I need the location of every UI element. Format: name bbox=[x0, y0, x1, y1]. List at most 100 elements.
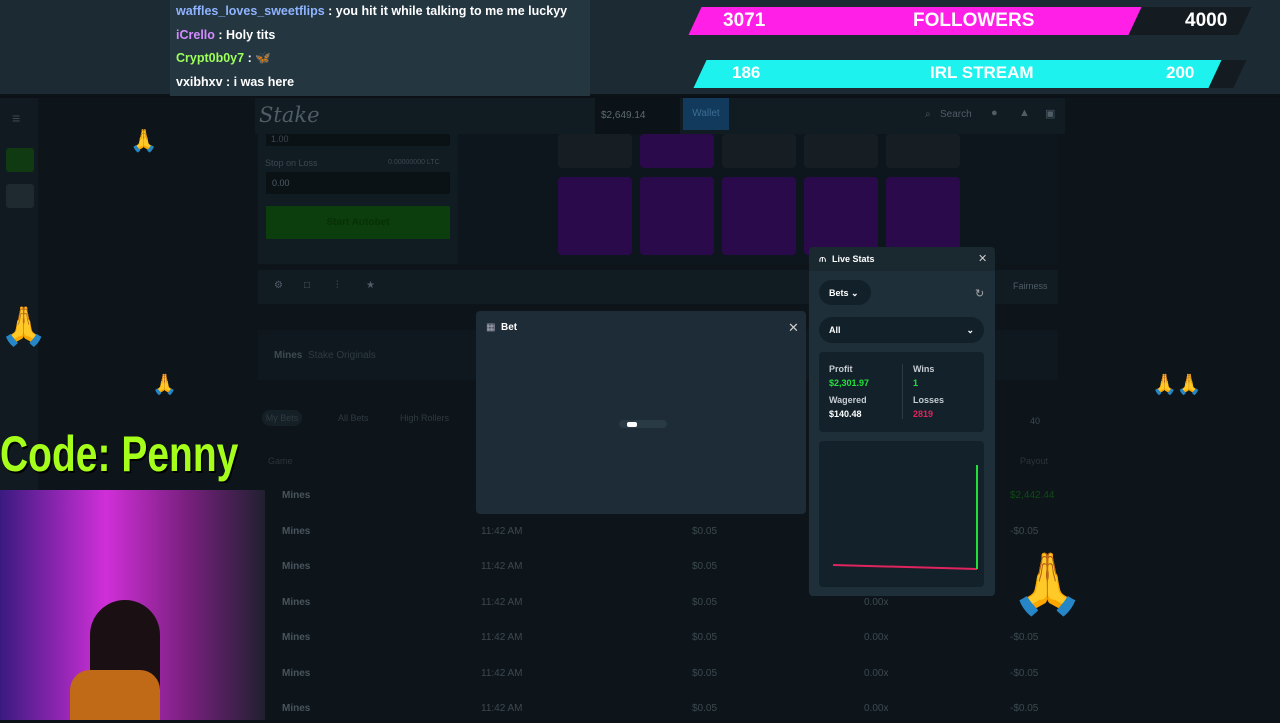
row-payout: -$0.05 bbox=[1010, 667, 1039, 679]
row-game: Mines bbox=[282, 490, 311, 501]
clap-emote: 🙏 bbox=[152, 374, 177, 396]
row-game: Mines bbox=[282, 596, 311, 608]
tab-high-rollers[interactable]: High Rollers bbox=[400, 413, 449, 423]
wallet-button[interactable]: Wallet bbox=[683, 98, 729, 130]
profit-chart bbox=[819, 441, 984, 587]
bet-amount-input[interactable]: 1.00 bbox=[266, 134, 450, 146]
stats-icon[interactable]: ⫶ bbox=[336, 280, 339, 291]
mode-dropdown[interactable]: Bets ⌄ bbox=[819, 280, 871, 305]
row-multiplier: 0.00x bbox=[864, 703, 889, 714]
loss-line bbox=[832, 564, 978, 570]
close-icon[interactable]: ✕ bbox=[788, 320, 799, 336]
page-size-select[interactable]: 40 bbox=[1030, 416, 1040, 426]
mine-tile[interactable] bbox=[640, 134, 714, 168]
mine-tile[interactable] bbox=[722, 177, 796, 255]
losses-label: Losses bbox=[913, 395, 945, 405]
row-game: Mines bbox=[282, 561, 311, 572]
mine-tile[interactable] bbox=[886, 177, 960, 255]
mine-tile[interactable] bbox=[640, 177, 714, 255]
clap-emote: 🙏 bbox=[1010, 550, 1085, 617]
casino-icon[interactable] bbox=[6, 148, 34, 172]
wagered-value: $140.48 bbox=[829, 409, 862, 419]
fairness-link[interactable]: Fairness bbox=[1013, 281, 1048, 291]
wins-value: 1 bbox=[913, 378, 919, 388]
mine-tile[interactable] bbox=[558, 177, 632, 255]
row-bet: $0.05 bbox=[692, 667, 718, 679]
tab-all-bets[interactable]: All Bets bbox=[338, 413, 369, 423]
row-game: Mines bbox=[282, 667, 311, 679]
table-row[interactable]: Mines 11:42 AM $0.05 0.00x -$0.05 bbox=[270, 703, 1060, 723]
table-row[interactable]: Mines 11:42 AM $0.05 0.00x bbox=[270, 597, 1060, 617]
promo-code: Code: Penny bbox=[0, 426, 239, 482]
chat-text: i was here bbox=[233, 74, 295, 89]
emote-icon: 🦋 bbox=[255, 51, 271, 65]
chat-message: Crypt0b0y7 : 🦋 bbox=[176, 51, 271, 65]
row-bet: $0.05 bbox=[692, 561, 718, 572]
sports-icon[interactable] bbox=[6, 184, 34, 208]
game-subtitle: Stake Originals bbox=[308, 350, 376, 361]
row-bet: $0.05 bbox=[692, 525, 718, 537]
stake-logo[interactable]: Stake bbox=[259, 103, 320, 127]
site-header: Stake $2,649.14 Wallet ⌕ Search ● ▲ ▣ bbox=[255, 98, 1065, 134]
row-bet: $0.05 bbox=[692, 703, 718, 714]
chart-icon: ⫙ bbox=[819, 254, 826, 265]
clap-emote: 🙏🙏 bbox=[1152, 374, 1202, 396]
search-button[interactable]: Search bbox=[940, 109, 972, 120]
row-payout: -$0.05 bbox=[1010, 703, 1039, 714]
bell-icon[interactable]: ▲ bbox=[1019, 107, 1030, 119]
start-autobet-button[interactable]: Start Autobet bbox=[266, 206, 450, 239]
favorite-icon[interactable]: ★ bbox=[366, 280, 375, 291]
mode-label: Bets bbox=[829, 288, 849, 298]
wins-label: Wins bbox=[913, 364, 935, 374]
row-payout: -$0.05 bbox=[1010, 632, 1039, 643]
row-game: Mines bbox=[282, 632, 311, 643]
profit-label: Profit bbox=[829, 364, 853, 374]
balance-selector[interactable]: $2,649.14 bbox=[595, 98, 680, 134]
row-time: 11:42 AM bbox=[481, 596, 523, 608]
row-multiplier: 0.00x bbox=[864, 667, 889, 679]
chat-overlay: waffles_loves_sweetflips : you hit it wh… bbox=[170, 0, 590, 96]
chat-text: Holy tits bbox=[226, 27, 276, 42]
settings-icon[interactable]: ⚙ bbox=[274, 280, 283, 291]
chat-icon[interactable]: ▣ bbox=[1045, 107, 1055, 120]
user-icon[interactable]: ● bbox=[991, 107, 998, 119]
chat-message: waffles_loves_sweetflips : you hit it wh… bbox=[176, 4, 568, 18]
filter-dropdown[interactable]: All ⌄ bbox=[819, 317, 984, 343]
clap-emote: 🙏 bbox=[130, 128, 158, 153]
menu-icon[interactable]: ≡ bbox=[12, 110, 20, 126]
mine-tile[interactable] bbox=[804, 177, 878, 255]
chat-username: vxibhxv bbox=[176, 74, 223, 89]
live-stats-panel: ⫙ Live Stats ✕ Bets ⌄ ↻ All ⌄ Profit $2,3… bbox=[809, 247, 995, 596]
tab-my-bets[interactable]: My Bets bbox=[262, 410, 302, 426]
row-multiplier: 0.00x bbox=[864, 632, 889, 643]
refresh-icon[interactable]: ↻ bbox=[975, 287, 984, 300]
table-row[interactable]: Mines 11:42 AM $0.05 0.00x -$0.05 bbox=[270, 668, 1060, 688]
bet-modal-title: Bet bbox=[501, 322, 518, 333]
mine-tile[interactable] bbox=[804, 134, 878, 168]
bet-modal: ▦ Bet ✕ bbox=[476, 311, 806, 514]
chat-text: you hit it while talking to me me luckyy bbox=[335, 4, 568, 18]
stop-loss-label: Stop on Loss bbox=[265, 158, 318, 168]
irl-target: 200 bbox=[1166, 63, 1195, 82]
followers-target: 4000 bbox=[1185, 10, 1228, 31]
stop-loss-unit: 0.00000000 LTC bbox=[388, 159, 440, 166]
followers-current: 3071 bbox=[723, 10, 766, 31]
profit-value: $2,301.97 bbox=[829, 378, 870, 388]
autobet-panel: 1.00 Stop on Loss 0.00000000 LTC 0.00 St… bbox=[258, 134, 458, 264]
stop-loss-input[interactable]: 0.00 bbox=[266, 172, 450, 194]
mine-tile[interactable] bbox=[886, 134, 960, 168]
mine-tile[interactable] bbox=[558, 134, 632, 168]
table-row[interactable]: Mines 11:42 AM $0.05 0.00x -$0.05 bbox=[270, 632, 1060, 652]
irl-label: IRL STREAM bbox=[930, 63, 1034, 82]
live-stats-title[interactable]: Live Stats bbox=[832, 254, 875, 264]
chat-username: Crypt0b0y7 bbox=[176, 51, 245, 65]
row-time: 11:42 AM bbox=[481, 667, 523, 679]
irl-current: 186 bbox=[732, 63, 761, 82]
clap-emote: 🙏 bbox=[0, 306, 48, 348]
theatre-icon[interactable]: □ bbox=[304, 280, 310, 291]
mine-tile[interactable] bbox=[722, 134, 796, 168]
chat-username: waffles_loves_sweetflips bbox=[176, 4, 325, 18]
close-icon[interactable]: ✕ bbox=[978, 252, 987, 265]
chat-message: vxibhxv : i was here bbox=[176, 74, 295, 89]
search-icon[interactable]: ⌕ bbox=[925, 109, 931, 120]
